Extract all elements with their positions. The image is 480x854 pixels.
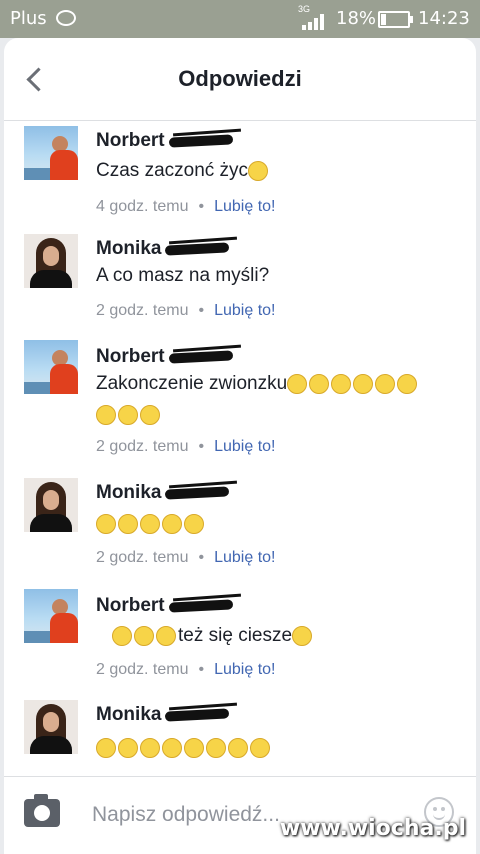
comment-author[interactable]: Norbert	[96, 595, 239, 617]
clock: 14:23	[418, 8, 470, 29]
emoji-icon	[331, 373, 352, 394]
like-link[interactable]: Lubię to!	[214, 302, 275, 319]
avatar[interactable]	[24, 478, 78, 532]
emoji-icon	[162, 737, 182, 758]
comment-time: 2 godz. temu	[96, 438, 189, 455]
emoji-icon	[184, 737, 204, 758]
comment-meta: 4 godz. temu • Lubię to!	[96, 198, 276, 215]
comment-text: A co masz na myśli?	[96, 265, 270, 286]
like-link[interactable]: Lubię to!	[214, 198, 275, 215]
emoji-icon	[228, 737, 248, 758]
comment-author[interactable]: Monika	[96, 704, 235, 726]
comment-author[interactable]: Monika	[96, 482, 235, 504]
comment-time: 2 godz. temu	[96, 302, 189, 319]
comment-time: 4 godz. temu	[96, 198, 189, 215]
emoji-icon	[206, 737, 226, 758]
emoji-icon	[248, 160, 269, 181]
avatar[interactable]	[24, 340, 78, 394]
message-icon	[56, 10, 76, 26]
avatar[interactable]	[24, 589, 78, 643]
emoji-icon	[118, 737, 138, 758]
emoji-icon	[96, 404, 116, 425]
emoji-icon	[156, 625, 176, 646]
emoji-icon	[118, 404, 138, 425]
emoji-icon	[96, 513, 116, 534]
comment-text: też się ciesze	[112, 620, 472, 651]
comment-text	[96, 508, 456, 539]
comment-author[interactable]: Norbert	[96, 346, 239, 368]
watermark: www.wiocha.pl	[279, 816, 466, 841]
comment-text: Czas zaczonć życ	[96, 155, 456, 186]
emoji-icon	[112, 625, 132, 646]
like-link[interactable]: Lubię to!	[214, 438, 275, 455]
emoji-icon	[353, 373, 374, 394]
battery-icon	[378, 11, 413, 28]
emoji-icon	[375, 373, 396, 394]
comment-time: 2 godz. temu	[96, 661, 189, 678]
comment-meta: 2 godz. temu • Lubię to!	[96, 438, 276, 455]
emoji-icon	[292, 625, 313, 646]
avatar[interactable]	[24, 234, 78, 288]
avatar[interactable]	[24, 700, 78, 754]
comment-text: Zakonczenie zwionzku	[96, 368, 426, 430]
emoji-icon	[140, 404, 160, 425]
signal-icon	[302, 14, 326, 30]
comment-time: 2 godz. temu	[96, 549, 189, 566]
avatar[interactable]	[24, 126, 78, 180]
comment-meta: 2 godz. temu • Lubię to!	[96, 661, 276, 678]
comment-text	[96, 732, 456, 763]
emoji-icon	[287, 373, 308, 394]
header: Odpowiedzi	[4, 38, 476, 121]
network-type: 3G	[298, 4, 311, 14]
camera-icon[interactable]	[24, 794, 60, 827]
emoji-icon	[250, 737, 270, 758]
emoji-icon	[397, 373, 418, 394]
emoji-icon	[140, 737, 160, 758]
page-title: Odpowiedzi	[178, 66, 302, 91]
emoji-icon	[96, 737, 116, 758]
emoji-icon	[184, 513, 204, 534]
comment-meta: 2 godz. temu • Lubię to!	[96, 302, 276, 319]
emoji-icon	[118, 513, 138, 534]
status-bar: Plus 3G 18% 14:23	[0, 0, 480, 38]
emoji-icon	[140, 513, 160, 534]
emoji-icon	[309, 373, 330, 394]
replies-panel: Odpowiedzi Norbert Czas zaczonć życ 4 go…	[4, 38, 476, 854]
like-link[interactable]: Lubię to!	[214, 549, 275, 566]
comment-meta: 2 godz. temu • Lubię to!	[96, 549, 276, 566]
comment-author[interactable]: Norbert	[96, 130, 239, 152]
comment-author[interactable]: Monika	[96, 238, 235, 260]
like-link[interactable]: Lubię to!	[214, 661, 275, 678]
emoji-icon	[134, 625, 154, 646]
carrier-label: Plus	[10, 8, 47, 29]
battery-fill	[381, 14, 386, 25]
emoji-icon	[162, 513, 182, 534]
battery-percent: 18%	[336, 8, 377, 29]
reply-composer	[4, 776, 476, 854]
